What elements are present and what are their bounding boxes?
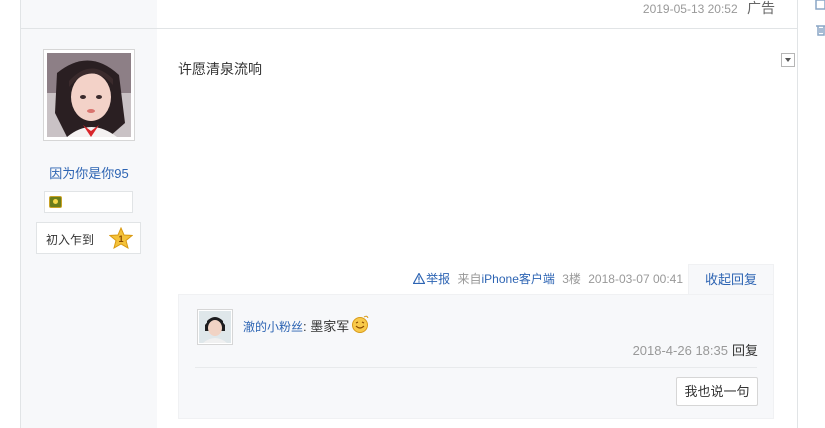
smiley-icon xyxy=(352,315,369,333)
previous-post-meta: 2019-05-13 20:52 广告 xyxy=(643,0,775,18)
post-timestamp: 2018-03-07 00:41 xyxy=(588,272,683,286)
tieba-thread-page: 2019-05-13 20:52 广告 因为你是你95 初入乍到 1 许愿清泉流… xyxy=(0,0,825,428)
trash-icon[interactable] xyxy=(815,24,825,36)
level-title: 初入乍到 xyxy=(46,233,95,247)
post-divider xyxy=(21,28,797,29)
level-number: 1 xyxy=(118,234,123,244)
reply-username[interactable]: 澈的小粉丝 xyxy=(243,320,303,334)
reply-timestamp: 2018-4-26 18:35 xyxy=(632,343,728,358)
badge-icon[interactable] xyxy=(49,196,62,208)
source-label: 来自iPhone客户端 xyxy=(457,272,554,286)
client-link[interactable]: iPhone客户端 xyxy=(482,272,555,286)
author-avatar[interactable] xyxy=(43,49,135,141)
reply-meta: 2018-4-26 18:35 回复 xyxy=(633,340,758,359)
dropdown-arrow-icon[interactable] xyxy=(781,53,795,67)
report-link[interactable]: 举报 xyxy=(426,272,450,286)
level-box[interactable]: 初入乍到 1 xyxy=(36,222,141,254)
previous-post-timestamp: 2019-05-13 20:52 xyxy=(642,2,738,16)
source-prefix: 来自 xyxy=(457,272,482,286)
ad-label[interactable]: 广告 xyxy=(747,0,775,16)
avatar-image xyxy=(47,53,131,137)
add-comment-button[interactable]: 我也说一句 xyxy=(676,377,758,406)
post-meta: 举报 来自iPhone客户端 3楼 2018-03-07 00:41 xyxy=(413,270,683,287)
star-icon: 1 xyxy=(109,227,133,249)
edit-icon[interactable] xyxy=(815,0,825,12)
warning-icon[interactable] xyxy=(413,273,426,284)
author-name[interactable]: 因为你是你95 xyxy=(21,163,157,182)
reply-avatar-image xyxy=(199,311,231,343)
post-content: 许愿清泉流响 xyxy=(178,61,262,77)
floor-number: 3楼 xyxy=(562,272,581,286)
reply-panel: 澈的小粉丝: 墨家军 2018-4-26 18:35 回复 我也说一句 xyxy=(178,294,774,419)
reply-avatar[interactable] xyxy=(197,309,233,345)
reply-divider xyxy=(195,367,757,368)
collapse-replies-button[interactable]: 收起回复 xyxy=(688,264,774,295)
reply-text: 墨家军 xyxy=(310,319,350,334)
reply-comment: 澈的小粉丝: 墨家军 xyxy=(243,315,370,335)
reply-colon: : xyxy=(303,319,307,334)
member-badge-box xyxy=(44,191,133,213)
reply-link[interactable]: 回复 xyxy=(732,343,758,358)
